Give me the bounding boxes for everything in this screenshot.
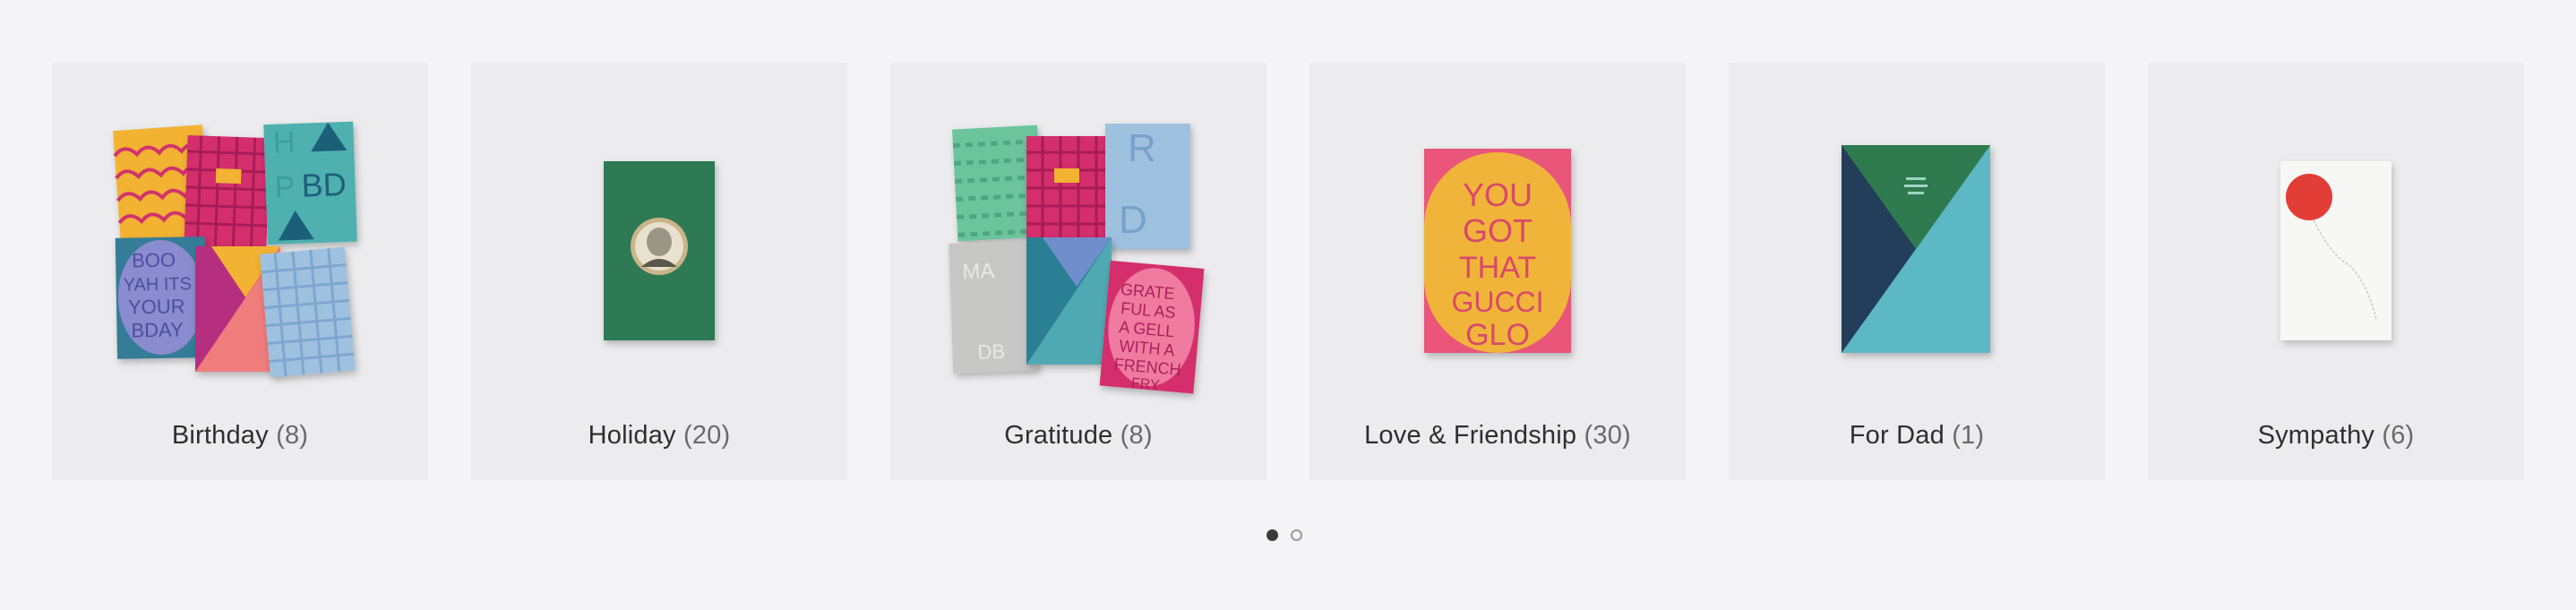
category-count: (30)	[1584, 421, 1631, 450]
svg-text:R: R	[1128, 126, 1156, 170]
gucci-line-1: YOU	[1463, 176, 1533, 213]
carousel-pagination	[1267, 529, 1302, 541]
category-count: (20)	[683, 421, 731, 450]
category-card-sympathy[interactable]: Sympathy (6)	[2148, 63, 2524, 480]
dad-card-image	[1729, 63, 2105, 439]
love-card-image: YOU GOT THAT GUCCI GLO	[1309, 63, 1686, 439]
category-card-birthday[interactable]: H P BD BOO YAH ITS YOUR BDAY Birthday (8…	[52, 63, 428, 480]
svg-text:DB: DB	[977, 340, 1005, 364]
holiday-card-image	[471, 63, 847, 439]
happy-letter-h: H	[272, 125, 296, 160]
category-count: (8)	[1120, 421, 1153, 450]
category-name: Gratitude	[1004, 421, 1113, 450]
category-name: Holiday	[588, 421, 676, 450]
gratitude-cards-image: R D MA DB GRATE FUL AS A GELL WITH A FRE…	[890, 63, 1267, 439]
category-count: (6)	[2382, 421, 2415, 450]
category-card-holiday[interactable]: Holiday (20)	[471, 63, 847, 480]
gucci-line-5: GLO	[1465, 318, 1530, 352]
category-caption: Sympathy (6)	[2148, 421, 2524, 451]
category-caption: Gratitude (8)	[890, 421, 1267, 451]
category-count: (1)	[1952, 421, 1985, 450]
sympathy-card-image	[2148, 63, 2524, 439]
category-count: (8)	[276, 421, 309, 450]
category-name: For Dad	[1849, 421, 1945, 450]
category-caption: Holiday (20)	[471, 421, 847, 451]
boo-text: BOO	[132, 249, 176, 272]
happy-letters-bd: BD	[301, 166, 347, 204]
category-carousel: H P BD BOO YAH ITS YOUR BDAY Birthday (8…	[0, 0, 2576, 610]
carousel-track: H P BD BOO YAH ITS YOUR BDAY Birthday (8…	[52, 63, 2524, 480]
pagination-dot-2[interactable]	[1291, 529, 1302, 541]
category-card-for-dad[interactable]: For Dad (1)	[1729, 63, 2105, 480]
category-card-gratitude[interactable]: R D MA DB GRATE FUL AS A GELL WITH A FRE…	[890, 63, 1267, 480]
gucci-line-3: THAT	[1459, 251, 1536, 285]
bday-text: BDAY	[131, 319, 184, 342]
yah-text: YAH ITS	[123, 274, 192, 295]
your-text: YOUR	[128, 296, 185, 319]
category-caption: Birthday (8)	[52, 421, 428, 451]
svg-text:MA: MA	[962, 259, 995, 284]
category-card-love-friendship[interactable]: YOU GOT THAT GUCCI GLO Love & Friendship…	[1309, 63, 1686, 480]
gucci-line-2: GOT	[1463, 212, 1533, 249]
category-caption: For Dad (1)	[1729, 421, 2105, 451]
category-name: Sympathy	[2257, 421, 2375, 450]
svg-text:D: D	[1119, 198, 1147, 242]
category-name: Love & Friendship	[1364, 421, 1577, 450]
category-name: Birthday	[171, 421, 269, 450]
birthday-cards-image: H P BD BOO YAH ITS YOUR BDAY	[52, 63, 428, 439]
happy-letter-p: P	[274, 170, 296, 205]
grate-line-6: FRY	[1130, 375, 1160, 393]
pagination-dot-1[interactable]	[1267, 529, 1278, 541]
category-caption: Love & Friendship (30)	[1309, 421, 1686, 451]
gucci-line-4: GUCCI	[1451, 286, 1543, 318]
